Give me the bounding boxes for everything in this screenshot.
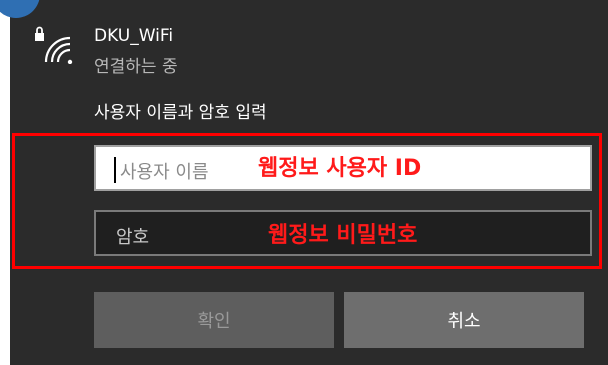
username-annotation: 웹정보 사용자 ID (258, 156, 422, 181)
password-annotation: 웹정보 비밀번호 (268, 223, 418, 248)
username-placeholder: 사용자 이름 (120, 162, 209, 183)
corner-badge (0, 0, 40, 18)
cancel-button[interactable]: 취소 (344, 292, 584, 348)
connection-status: 연결하는 중 (94, 57, 178, 77)
wifi-connect-panel: DKU_WiFi 연결하는 중 사용자 이름과 암호 입력 사용자 이름 암호 … (0, 0, 608, 365)
ok-button[interactable]: 확인 (94, 292, 334, 348)
text-caret (114, 157, 116, 183)
wifi-secured-icon (32, 24, 78, 65)
password-placeholder: 암호 (116, 227, 150, 248)
credentials-prompt: 사용자 이름과 암호 입력 (94, 103, 267, 123)
network-name: DKU_WiFi (94, 26, 174, 46)
